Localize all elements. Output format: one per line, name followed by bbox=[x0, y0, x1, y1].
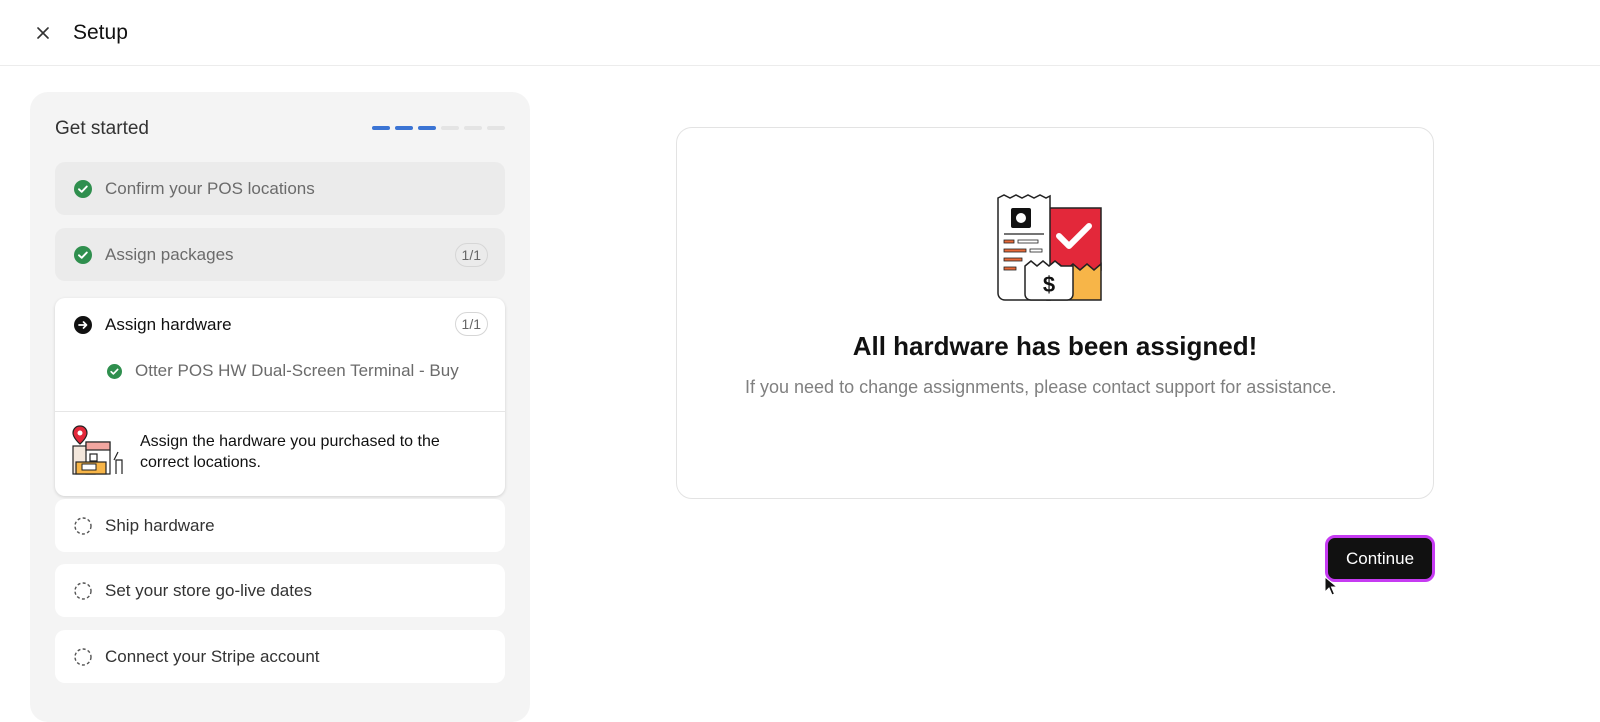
step-label: Assign hardware bbox=[105, 315, 232, 334]
step-label: Confirm your POS locations bbox=[105, 178, 315, 198]
completion-title: All hardware has been assigned! bbox=[852, 331, 1258, 361]
close-button[interactable] bbox=[30, 20, 56, 46]
continue-button[interactable]: Continue bbox=[1325, 535, 1435, 582]
step-label: Assign packages bbox=[105, 244, 234, 264]
step-assign-packages[interactable]: Assign packages 1/1 bbox=[55, 228, 505, 281]
step-label: Set your store go-live dates bbox=[105, 580, 312, 600]
dashed-circle-icon bbox=[74, 516, 92, 535]
check-circle-icon bbox=[107, 363, 122, 379]
step-connect-stripe[interactable]: Connect your Stripe account bbox=[55, 630, 505, 683]
step-hint-text: Assign the hardware you purchased to the… bbox=[140, 433, 440, 471]
progress-segment bbox=[418, 126, 436, 130]
setup-checklist-panel: Get started Confirm your POS locations A… bbox=[30, 92, 530, 722]
subitem-label: Otter POS HW Dual-Screen Terminal - Buy bbox=[135, 361, 459, 380]
step-assign-hardware[interactable]: Assign hardware 1/1 Otter POS HW Dual-Sc… bbox=[55, 298, 505, 496]
progress-segment bbox=[395, 126, 413, 130]
step-ship-hardware[interactable]: Ship hardware bbox=[55, 499, 505, 552]
dashed-circle-icon bbox=[74, 581, 92, 600]
progress-indicator bbox=[372, 126, 505, 130]
dashed-circle-icon bbox=[74, 647, 92, 666]
subitem-hardware-terminal[interactable]: Otter POS HW Dual-Screen Terminal - Buy bbox=[107, 361, 459, 381]
step-count-badge: 1/1 bbox=[454, 312, 488, 336]
completion-description: If you need to change assignments, pleas… bbox=[745, 377, 1337, 397]
check-circle-icon bbox=[74, 179, 92, 198]
completion-card: $ All hardware has been assigned! If you… bbox=[676, 127, 1434, 499]
progress-segment bbox=[441, 126, 459, 130]
hardware-location-illustration bbox=[72, 425, 123, 475]
check-circle-icon bbox=[74, 245, 92, 264]
page-title: Setup bbox=[73, 21, 128, 44]
step-label: Ship hardware bbox=[105, 515, 215, 535]
progress-segment bbox=[487, 126, 505, 130]
mouse-cursor-icon bbox=[1324, 576, 1338, 596]
progress-segment bbox=[372, 126, 390, 130]
divider bbox=[55, 411, 505, 412]
close-icon bbox=[37, 27, 49, 39]
panel-title: Get started bbox=[55, 118, 149, 139]
step-header: Assign hardware bbox=[74, 315, 505, 335]
top-bar: Setup bbox=[0, 0, 1600, 66]
step-confirm-pos-locations[interactable]: Confirm your POS locations bbox=[55, 162, 505, 215]
svg-text:$: $ bbox=[1043, 272, 1055, 297]
step-label: Connect your Stripe account bbox=[105, 646, 320, 666]
step-count-badge: 1/1 bbox=[454, 243, 488, 267]
step-set-go-live-dates[interactable]: Set your store go-live dates bbox=[55, 564, 505, 617]
progress-segment bbox=[464, 126, 482, 130]
arrow-circle-icon bbox=[74, 316, 92, 334]
receipt-check-dollar-illustration: $ bbox=[997, 194, 1102, 301]
